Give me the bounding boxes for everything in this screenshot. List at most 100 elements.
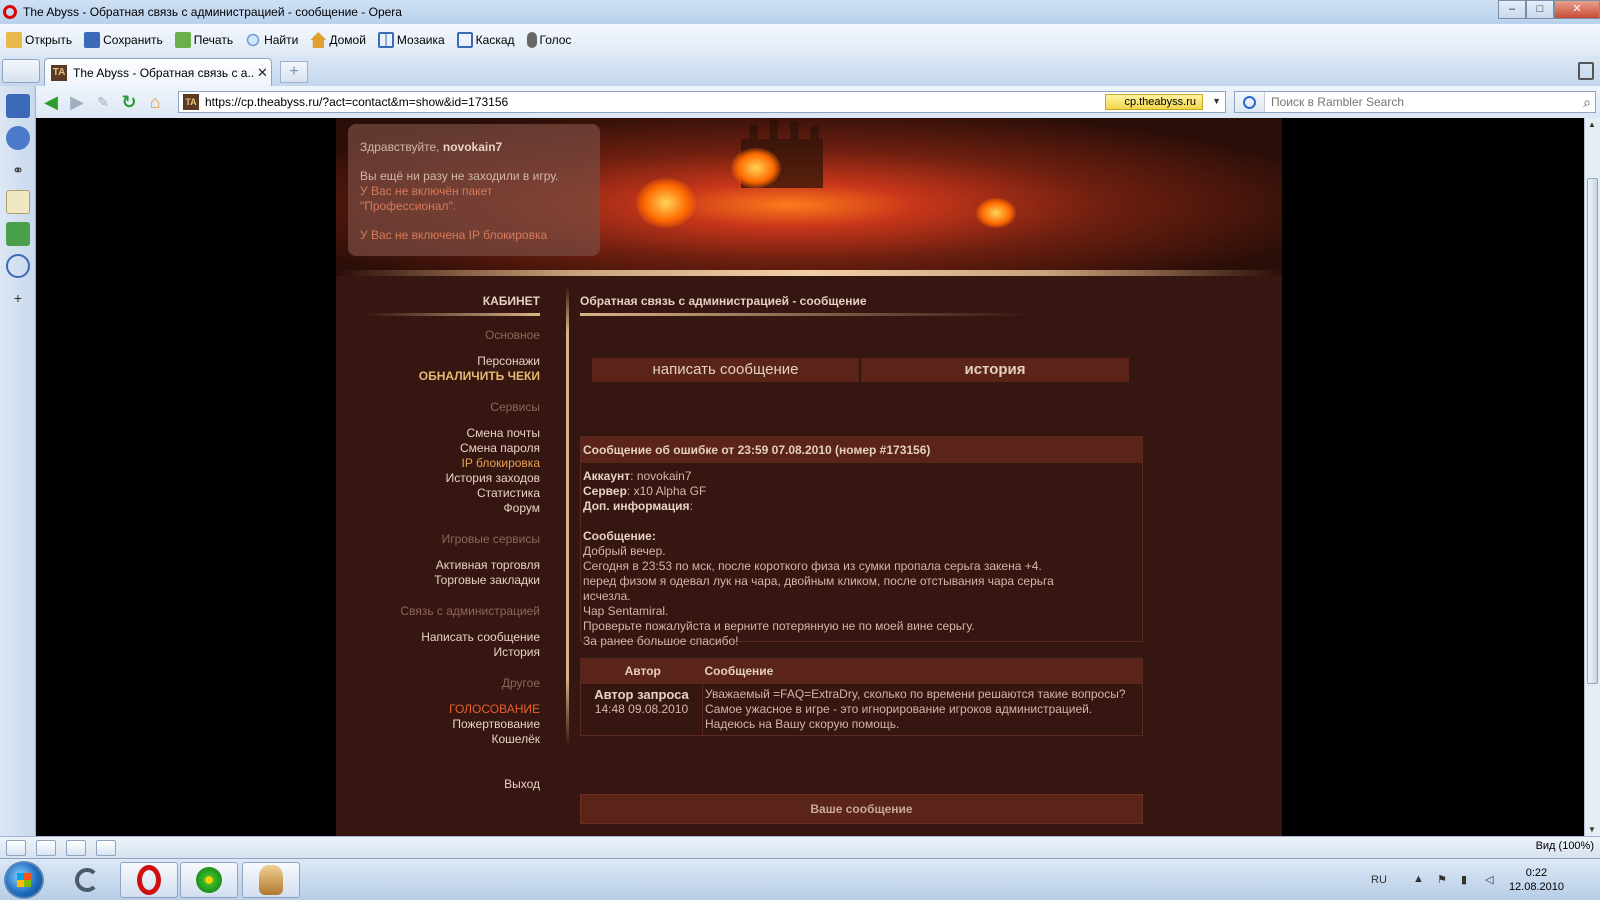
zoom-control[interactable]: Вид (100%) [1536,840,1594,852]
toolbar-home-button[interactable]: Домой [310,32,366,48]
menu-section-other: Другое [501,676,540,690]
printer-icon [174,32,191,48]
window-title: The Abyss - Обратная связь с администрац… [23,5,402,19]
tab-menu-button[interactable] [2,59,40,83]
menu-section-game-services: Игровые сервисы [441,532,540,546]
home-icon[interactable]: ⌂ [144,91,166,113]
reply-line: Уважаемый =FAQ=ExtraDry, сколько по врем… [705,687,1126,701]
network-signal-icon[interactable]: ▮ [1461,873,1475,887]
volume-icon[interactable]: ◁ [1485,873,1499,887]
back-arrow-icon[interactable]: ◀ [40,91,62,113]
menu-link-cash-checks[interactable]: ОБНАЛИЧИТЬ ЧЕКИ [336,369,540,384]
wand-icon[interactable]: ✎ [92,91,114,113]
message-line: За ранее большое спасибо! [583,634,739,648]
menu-link-forum[interactable]: Форум [336,501,540,516]
menu-link-login-history[interactable]: История заходов [336,471,540,486]
url-text[interactable]: https://cp.theabyss.ru/?act=contact&m=sh… [205,95,508,109]
minimize-button[interactable]: – [1498,0,1526,19]
reply-time: 14:48 09.08.2010 [594,702,689,716]
search-input[interactable] [1271,95,1571,109]
new-tab-button[interactable]: + [280,61,308,83]
window-controls: – □ ✕ [1498,0,1600,19]
turbo-icon[interactable] [96,840,116,856]
menu-link-ip-block[interactable]: IP блокировка [336,456,540,471]
search-go-icon[interactable]: ⌕ [1583,94,1591,111]
url-field[interactable]: TA https://cp.theabyss.ru/?act=contact&m… [178,91,1226,113]
menu-link-active-trade[interactable]: Активная торговля [336,558,540,573]
action-center-flag-icon[interactable]: ⚑ [1437,873,1451,887]
reply-line: Самое ужасное в игре - это игнорирование… [705,702,1093,716]
message-line: Проверьте пожалуйста и верните потерянну… [583,619,975,633]
menu-link-voting[interactable]: ГОЛОСОВАНИЕ [336,702,540,717]
taskbar-app-icq[interactable] [180,862,238,898]
login-notice: Вы ещё ни разу не заходили в игру. [360,169,559,183]
sync-icon[interactable] [36,840,56,856]
menu-link-trade-bookmarks[interactable]: Торговые закладки [336,573,540,588]
panel-toggle-icon[interactable] [6,840,26,856]
tab-the-abyss[interactable]: TA The Abyss - Обратная связь с а... ✕ [44,58,272,86]
write-message-button[interactable]: написать сообщение [592,358,859,382]
menu-section-contact-admin: Связь с администрацией [400,604,540,618]
taskbar-app-ventrilo[interactable] [58,862,116,898]
search-engine-icon[interactable] [1235,92,1265,112]
menu-link-history[interactable]: История [336,645,540,660]
page-scrollbar[interactable]: ▲ ▼ [1584,118,1600,836]
fire-image [731,148,781,188]
menu-link-change-email[interactable]: Смена почты [336,426,540,441]
chevron-down-icon[interactable]: ▼ [1212,96,1221,106]
your-message-header: Ваше сообщение [580,794,1143,824]
report-body: Аккаунт: novokain7 Сервер: x10 Alpha GF … [581,463,1142,655]
account-row: Аккаунт: novokain7 [583,469,692,483]
pro-package-notice[interactable]: У Вас не включён пакет "Профессионал". [360,184,588,214]
scroll-down-icon[interactable]: ▼ [1588,825,1596,834]
trash-icon[interactable] [1578,62,1594,80]
tray-expand-icon[interactable]: ▲ [1413,873,1427,887]
search-box: ⌕ [1234,91,1596,113]
unite-icon[interactable] [66,840,86,856]
toolbar-open-button[interactable]: Открыть [6,32,72,48]
tab-close-icon[interactable]: ✕ [257,65,268,81]
toolbar-cascade-button[interactable]: Каскад [456,32,515,48]
forward-arrow-icon[interactable]: ▶ [66,91,88,113]
toolbar-save-button[interactable]: Сохранить [84,32,163,48]
unite-panel-icon[interactable]: ⚭ [6,158,30,182]
downloads-panel-icon[interactable] [6,222,30,246]
toolbar-voice-button[interactable]: Голос [526,32,571,48]
clock-date: 12.08.2010 [1508,881,1564,893]
reload-icon[interactable]: ↻ [118,91,140,113]
menu-link-donation[interactable]: Пожертвование [336,717,540,732]
toolbar-find-button[interactable]: Найти [245,32,298,48]
settings-gear-icon[interactable] [6,126,30,150]
scrollbar-thumb[interactable] [1587,178,1598,684]
menu-link-characters[interactable]: Персонажи [336,354,540,369]
secure-domain-badge[interactable]: cp.theabyss.ru [1105,94,1203,110]
menu-link-wallet[interactable]: Кошелёк [336,732,541,747]
message-line: исчезла. [583,589,631,603]
notes-panel-icon[interactable] [6,190,30,214]
history-button[interactable]: история [861,358,1129,382]
scroll-up-icon[interactable]: ▲ [1588,120,1596,129]
menu-link-change-password[interactable]: Смена пароля [336,441,540,456]
menu-link-logout[interactable]: Выход [336,777,540,792]
menu-link-statistics[interactable]: Статистика [336,486,540,501]
close-button[interactable]: ✕ [1554,0,1600,19]
tab-title: The Abyss - Обратная связь с а... [73,65,253,80]
menu-link-write-message[interactable]: Написать сообщение [336,630,540,645]
start-button[interactable] [4,861,44,899]
server-row: Сервер: x10 Alpha GF [583,484,707,498]
history-clock-icon[interactable] [6,254,30,278]
taskbar-app-game[interactable] [242,862,300,898]
site-favicon-icon: TA [183,94,199,110]
message-line: Добрый вечер. [583,544,666,558]
add-panel-icon[interactable]: + [6,286,30,310]
folder-icon [6,32,22,48]
maximize-button[interactable]: □ [1526,0,1554,19]
taskbar-clock[interactable]: 0:22 12.08.2010 [1509,866,1564,894]
system-tray: RU ▲ ⚑ ▮ ◁ 0:22 12.08.2010 [1371,859,1600,900]
toolbar-print-button[interactable]: Печать [174,32,233,48]
language-indicator[interactable]: RU [1371,874,1387,886]
ip-block-notice[interactable]: У Вас не включена IP блокировка [360,228,588,243]
bookmarks-panel-icon[interactable] [6,94,30,118]
toolbar-tile-button[interactable]: Мозаика [377,32,445,48]
taskbar-app-opera[interactable] [120,862,178,898]
